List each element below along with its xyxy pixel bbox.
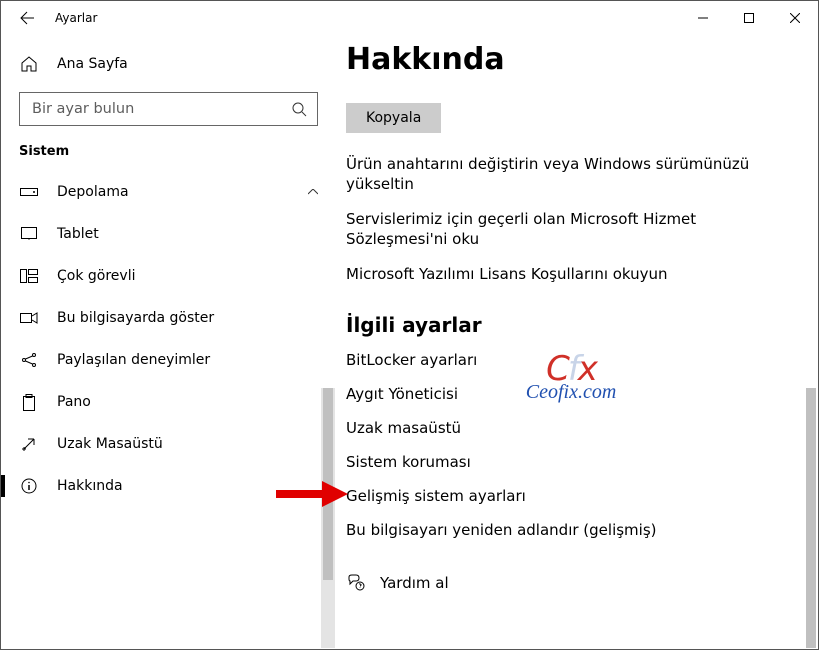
sidebar-item-remote[interactable]: Uzak Masaüstü xyxy=(1,423,336,465)
sidebar-scrollbar[interactable] xyxy=(321,388,335,648)
sidebar-item-about[interactable]: Hakkında xyxy=(1,465,336,507)
sidebar-item-multitasking[interactable]: Çok görevli xyxy=(1,255,336,297)
search-box[interactable] xyxy=(19,92,318,126)
sidebar-item-label: Bu bilgisayarda göster xyxy=(57,310,214,326)
minimize-button[interactable] xyxy=(680,2,726,34)
maximize-button[interactable] xyxy=(726,2,772,34)
titlebar: Ayarlar xyxy=(1,1,818,34)
window-title: Ayarlar xyxy=(55,11,97,25)
home-icon xyxy=(19,54,39,74)
related-system-protection[interactable]: Sistem koruması xyxy=(346,453,790,471)
main-scrollbar-thumb[interactable] xyxy=(806,388,816,648)
help-icon xyxy=(346,573,366,593)
sidebar-item-tablet[interactable]: Tablet xyxy=(1,213,336,255)
close-button[interactable] xyxy=(772,2,818,34)
sidebar: Ana Sayfa Sistem Depolama xyxy=(1,34,336,649)
sidebar-item-storage[interactable]: Depolama xyxy=(1,171,336,213)
related-device-manager[interactable]: Aygıt Yöneticisi xyxy=(346,385,790,403)
related-remote-desktop[interactable]: Uzak masaüstü xyxy=(346,419,790,437)
get-help-link[interactable]: Yardım al xyxy=(346,573,790,593)
link-product-key[interactable]: Ürün anahtarını değiştirin veya Windows … xyxy=(346,155,790,194)
info-icon xyxy=(19,476,39,496)
sidebar-item-label: Uzak Masaüstü xyxy=(57,436,163,452)
search-input[interactable] xyxy=(30,100,291,118)
sidebar-category: Sistem xyxy=(1,142,336,171)
related-bitlocker[interactable]: BitLocker ayarları xyxy=(346,351,790,369)
shared-icon xyxy=(19,350,39,370)
link-license-terms[interactable]: Microsoft Yazılımı Lisans Koşullarını ok… xyxy=(346,265,790,285)
link-service-agreement[interactable]: Servislerimiz için geçerli olan Microsof… xyxy=(346,210,790,249)
sidebar-item-label: Paylaşılan deneyimler xyxy=(57,352,210,368)
home-label: Ana Sayfa xyxy=(57,56,128,72)
maximize-icon xyxy=(744,13,754,23)
sidebar-item-label: Tablet xyxy=(57,226,99,242)
multitasking-icon xyxy=(19,266,39,286)
sidebar-item-label: Depolama xyxy=(57,184,129,200)
sidebar-item-label: Hakkında xyxy=(57,478,123,494)
chevron-down-icon xyxy=(308,189,318,195)
sidebar-item-project[interactable]: Bu bilgisayarda göster xyxy=(1,297,336,339)
related-advanced-system[interactable]: Gelişmiş sistem ayarları xyxy=(346,487,790,505)
related-settings-heading: İlgili ayarlar xyxy=(346,313,790,337)
copy-button[interactable]: Kopyala xyxy=(346,103,441,133)
sidebar-scrollbar-thumb[interactable] xyxy=(323,388,333,580)
help-label: Yardım al xyxy=(380,574,449,592)
search-icon xyxy=(291,101,307,117)
back-button[interactable] xyxy=(9,2,45,34)
sidebar-item-label: Pano xyxy=(57,394,91,410)
window-body: Ana Sayfa Sistem Depolama xyxy=(1,34,818,649)
settings-window: Ayarlar Ana Sayfa xyxy=(0,0,819,650)
storage-icon xyxy=(19,182,39,202)
sidebar-item-clipboard[interactable]: Pano xyxy=(1,381,336,423)
tablet-icon xyxy=(19,224,39,244)
close-icon xyxy=(790,13,800,23)
clipboard-icon xyxy=(19,392,39,412)
sidebar-item-label: Çok görevli xyxy=(57,268,135,284)
related-rename-pc[interactable]: Bu bilgisayarı yeniden adlandır (gelişmi… xyxy=(346,521,790,539)
sidebar-item-shared[interactable]: Paylaşılan deneyimler xyxy=(1,339,336,381)
minimize-icon xyxy=(698,13,708,23)
main-content: Hakkında Kopyala Ürün anahtarını değişti… xyxy=(336,34,818,649)
home-link[interactable]: Ana Sayfa xyxy=(1,44,336,84)
remote-icon xyxy=(19,434,39,454)
project-icon xyxy=(19,308,39,328)
main-scrollbar[interactable] xyxy=(804,76,818,649)
page-title: Hakkında xyxy=(346,42,790,77)
arrow-left-icon xyxy=(19,10,35,26)
